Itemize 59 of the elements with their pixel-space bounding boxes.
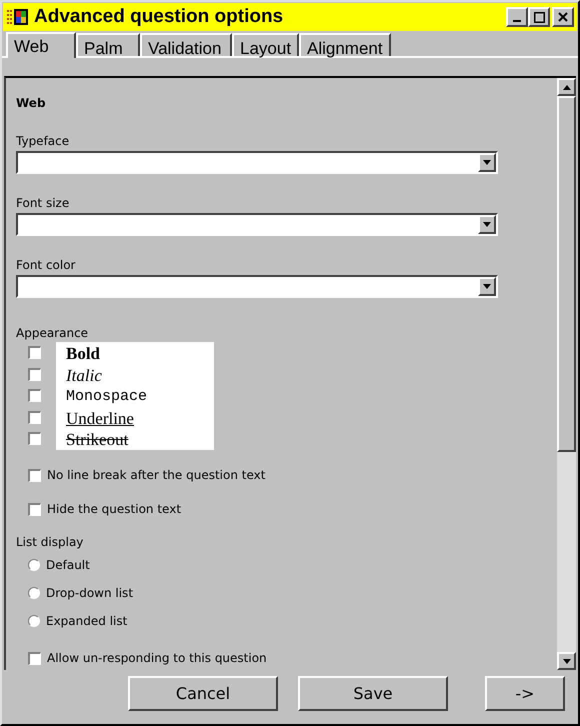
checkbox-label: Hide the question text — [47, 501, 182, 518]
dropdown-field[interactable] — [16, 213, 498, 236]
down-arrow-icon — [562, 658, 570, 664]
radio-button[interactable] — [28, 559, 40, 571]
dialog-button[interactable]: -> — [485, 676, 565, 711]
style-sample: Underline — [66, 408, 134, 429]
caret-icon — [483, 222, 491, 227]
field-label: List display — [16, 534, 84, 551]
checkbox-label: No line break after the question text — [47, 467, 266, 484]
dropdown-arrow-button[interactable] — [478, 215, 496, 234]
dialog-button[interactable]: Save — [298, 676, 448, 711]
maximize-button[interactable] — [528, 7, 550, 27]
dropdown-field[interactable] — [16, 151, 498, 174]
section-title: Web — [16, 95, 47, 112]
radio-label: Drop-down list — [46, 585, 134, 602]
radio-label: Expanded list — [46, 613, 128, 630]
window-title: Advanced question options — [34, 4, 284, 29]
minimize-button[interactable] — [506, 7, 528, 27]
tab[interactable]: Palm — [76, 33, 140, 56]
checkbox[interactable] — [28, 368, 41, 380]
tab[interactable]: Layout — [232, 33, 299, 56]
scrollbar[interactable] — [557, 78, 576, 670]
close-button[interactable] — [552, 7, 574, 27]
scroll-down-button[interactable] — [557, 652, 576, 670]
checkbox[interactable] — [28, 432, 41, 445]
field-label: Appearance — [16, 325, 90, 342]
dropdown-arrow-button[interactable] — [478, 153, 496, 172]
checkbox-label: Allow un-responding to this question — [47, 650, 267, 667]
app-icon — [6, 7, 30, 27]
field-label: Typeface — [16, 133, 70, 150]
checkbox[interactable] — [28, 468, 41, 482]
radio-button[interactable] — [28, 587, 40, 599]
style-sample: Monospace — [66, 387, 148, 407]
dropdown-field[interactable] — [16, 275, 498, 298]
caret-icon — [483, 160, 491, 165]
checkbox[interactable] — [28, 652, 41, 664]
checkbox[interactable] — [28, 410, 41, 424]
style-sample: Bold — [66, 343, 100, 364]
caret-icon — [483, 284, 491, 289]
tab[interactable]: Validation — [140, 33, 232, 56]
tab[interactable]: Web — [6, 32, 76, 58]
scroll-thumb[interactable] — [557, 96, 576, 452]
maximize-icon — [534, 12, 544, 22]
radio-label: Default — [46, 557, 90, 574]
checkbox[interactable] — [28, 502, 41, 516]
minimize-icon — [513, 20, 521, 22]
radio-button[interactable] — [28, 615, 40, 627]
tab[interactable]: Alignment — [299, 33, 391, 56]
style-sample: Strikeout — [66, 429, 128, 450]
close-icon — [558, 12, 568, 22]
up-arrow-icon — [562, 84, 570, 90]
dropdown-arrow-button[interactable] — [478, 277, 496, 296]
style-sample: Italic — [66, 364, 102, 386]
dialog-button[interactable]: Cancel — [128, 676, 278, 711]
checkbox[interactable] — [28, 346, 41, 359]
field-label: Font color — [16, 257, 76, 274]
field-label: Font size — [16, 195, 70, 212]
checkbox[interactable] — [28, 389, 41, 402]
scroll-up-button[interactable] — [557, 78, 576, 96]
